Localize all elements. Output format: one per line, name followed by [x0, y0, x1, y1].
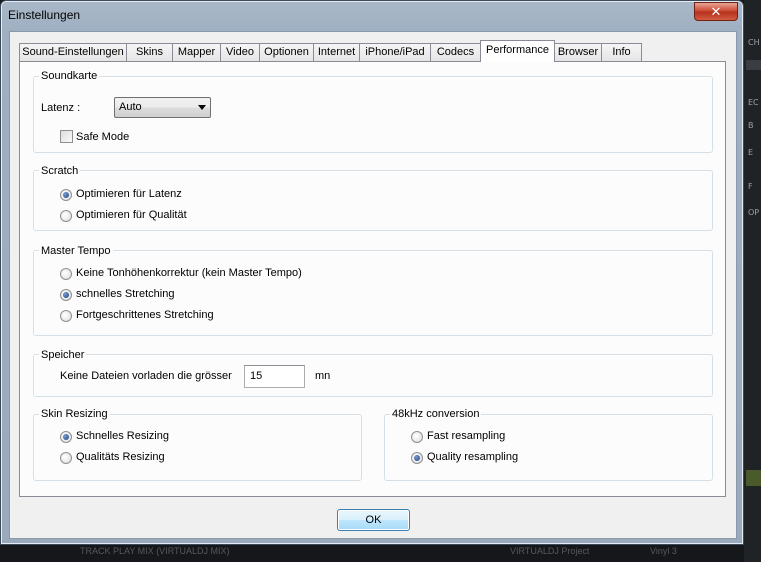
scratch-group	[33, 170, 713, 231]
close-button[interactable]: ✕	[694, 2, 738, 21]
performance-panel: Soundkarte Latenz : Auto Safe Mode Scrat…	[19, 61, 726, 497]
tab-internet[interactable]: Internet	[313, 43, 360, 61]
close-icon: ✕	[710, 4, 722, 19]
safe-mode-checkbox[interactable]	[60, 130, 73, 143]
master-tempo-advanced-radio[interactable]	[60, 310, 72, 322]
background-side-panel: CH EC B E F OP	[744, 0, 761, 562]
skin-resizing-title: Skin Resizing	[39, 408, 110, 420]
background-fragment: E	[748, 148, 754, 157]
tab-browser[interactable]: Browser	[554, 43, 602, 61]
quality-resampling-label: Quality resampling	[427, 451, 519, 463]
conversion-48k-group	[384, 414, 713, 481]
tab-optionen[interactable]: Optionen	[259, 43, 314, 61]
tab-info[interactable]: Info	[601, 43, 642, 61]
tab-iphone-ipad[interactable]: iPhone/iPad	[359, 43, 431, 61]
window-title: Einstellungen	[8, 8, 81, 22]
scratch-title: Scratch	[39, 165, 81, 177]
background-green-block	[746, 470, 761, 486]
scratch-latency-radio[interactable]	[60, 189, 72, 201]
chevron-down-icon	[198, 105, 206, 110]
background-track-text: TRACK PLAY MIX (VIRTUALDJ MIX)	[80, 546, 230, 556]
background-fragment: CH	[748, 38, 760, 47]
background-fragment: F	[748, 182, 753, 191]
scratch-quality-label: Optimieren für Qualität	[76, 209, 187, 221]
master-tempo-none-radio[interactable]	[60, 268, 72, 280]
ok-button[interactable]: OK	[337, 509, 410, 531]
master-tempo-title: Master Tempo	[39, 245, 113, 257]
background-track-list: TRACK PLAY MIX (VIRTUALDJ MIX) VIRTUALDJ…	[60, 544, 750, 562]
skin-resizing-fast-radio[interactable]	[60, 431, 72, 443]
background-fragment: EC	[748, 98, 759, 107]
tab-performance[interactable]: Performance	[480, 40, 555, 62]
background-bar	[746, 60, 761, 70]
preload-unit: mn	[315, 370, 331, 382]
safe-mode-label: Safe Mode	[76, 131, 130, 143]
background-track-text: Vinyl 3	[650, 546, 677, 556]
master-tempo-none-label: Keine Tonhöhenkorrektur (kein Master Tem…	[76, 267, 302, 279]
soundkarte-title: Soundkarte	[39, 70, 100, 82]
tab-video[interactable]: Video	[220, 43, 260, 61]
latency-label: Latenz :	[41, 102, 81, 114]
tab-skins[interactable]: Skins	[126, 43, 173, 61]
master-tempo-advanced-label: Fortgeschrittenes Stretching	[76, 309, 214, 321]
latency-select[interactable]: Auto	[114, 97, 211, 118]
latency-value: Auto	[119, 101, 142, 113]
skin-resizing-quality-radio[interactable]	[60, 452, 72, 464]
preload-size-input[interactable]: 15	[244, 365, 305, 388]
preload-label: Keine Dateien vorladen die grösser	[60, 370, 232, 382]
fast-resampling-label: Fast resampling	[427, 430, 506, 442]
dialog-client-area: Sound-Einstellungen Skins Mapper Video O…	[9, 31, 737, 539]
quality-resampling-radio[interactable]	[411, 452, 423, 464]
tab-sound-einstellungen[interactable]: Sound-Einstellungen	[19, 43, 127, 61]
scratch-quality-radio[interactable]	[60, 210, 72, 222]
master-tempo-fast-radio[interactable]	[60, 289, 72, 301]
preload-size-value: 15	[250, 370, 263, 382]
conversion-48k-title: 48kHz conversion	[390, 408, 482, 420]
skin-resizing-quality-label: Qualitäts Resizing	[76, 451, 165, 463]
background-fragment: B	[748, 121, 754, 130]
tab-mapper[interactable]: Mapper	[172, 43, 221, 61]
scratch-latency-label: Optimieren für Latenz	[76, 188, 182, 200]
speicher-title: Speicher	[39, 349, 87, 361]
tab-codecs[interactable]: Codecs	[430, 43, 481, 61]
master-tempo-fast-label: schnelles Stretching	[76, 288, 175, 300]
skin-resizing-fast-label: Schnelles Resizing	[76, 430, 169, 442]
settings-dialog: Einstellungen ✕ Sound-Einstellungen Skin…	[0, 0, 744, 545]
skin-resizing-group	[33, 414, 362, 481]
background-fragment: OP	[748, 208, 760, 217]
fast-resampling-radio[interactable]	[411, 431, 423, 443]
background-track-text: VIRTUALDJ Project	[510, 546, 590, 556]
